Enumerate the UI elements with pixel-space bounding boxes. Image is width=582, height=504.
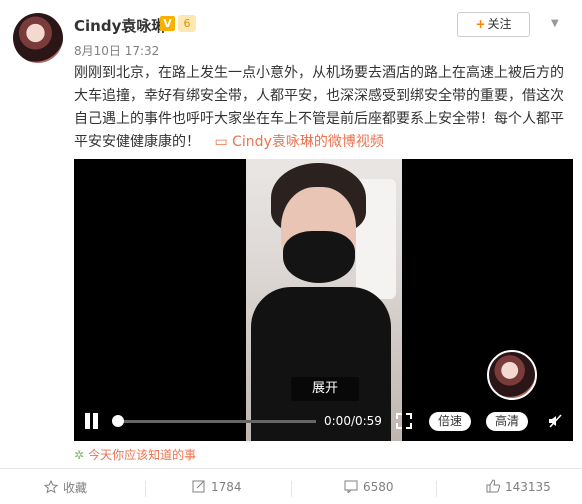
- mute-icon[interactable]: [547, 413, 563, 429]
- post-date[interactable]: 8月10日 17:32: [74, 44, 159, 58]
- follow-label: 关注: [487, 17, 512, 31]
- video-player[interactable]: 展开 0:00/0:59 倍速 高清: [74, 159, 573, 441]
- like-button[interactable]: 143135: [486, 479, 551, 494]
- mini-avatar: [487, 350, 537, 400]
- repost-count: 1784: [211, 480, 242, 494]
- comment-icon: [344, 479, 358, 495]
- fullscreen-icon[interactable]: [396, 413, 412, 429]
- video-icon: ▭: [214, 134, 228, 150]
- topic-icon: ✲: [74, 448, 85, 462]
- progress-knob[interactable]: [112, 415, 124, 427]
- topic-label: 今天你应该知道的事: [88, 448, 197, 462]
- expand-button[interactable]: 展开: [291, 377, 359, 401]
- speed-button[interactable]: 倍速: [429, 412, 471, 431]
- favorite-button[interactable]: 收藏: [43, 479, 88, 496]
- video-time: 0:00/0:59: [324, 414, 382, 428]
- like-count: 143135: [505, 480, 551, 494]
- thumbs-up-icon: [486, 479, 501, 493]
- quality-button[interactable]: 高清: [486, 412, 528, 431]
- pause-icon[interactable]: [84, 413, 100, 429]
- plus-icon: +: [475, 17, 486, 31]
- comment-count: 6580: [363, 480, 394, 494]
- video-link[interactable]: Cindy袁咏琳的微博视频: [232, 134, 384, 150]
- follow-button[interactable]: + 关注: [457, 12, 530, 37]
- chevron-down-icon[interactable]: ▼: [551, 18, 559, 29]
- video-controls: 0:00/0:59 倍速 高清: [74, 407, 573, 437]
- progress-track[interactable]: [116, 420, 316, 423]
- level-badge: 6: [178, 15, 196, 32]
- repost-button[interactable]: 1784: [192, 479, 242, 494]
- comment-button[interactable]: 6580: [344, 479, 394, 495]
- star-icon: [43, 479, 59, 494]
- favorite-label: 收藏: [63, 481, 88, 495]
- user-name[interactable]: Cindy袁咏琳: [74, 15, 166, 36]
- repost-icon: [192, 479, 206, 493]
- post-body: 刚刚到北京，在路上发生一点小意外，从机场要去酒店的路上在高速上被后方的大车追撞，…: [74, 62, 574, 154]
- action-bar: 收藏 1784 6580 143135: [0, 468, 582, 504]
- verified-badge: V: [160, 16, 175, 31]
- post-meta: 8月10日 17:32: [74, 42, 159, 59]
- topic-tag[interactable]: ✲ 今天你应该知道的事: [74, 446, 196, 463]
- avatar[interactable]: [13, 13, 63, 63]
